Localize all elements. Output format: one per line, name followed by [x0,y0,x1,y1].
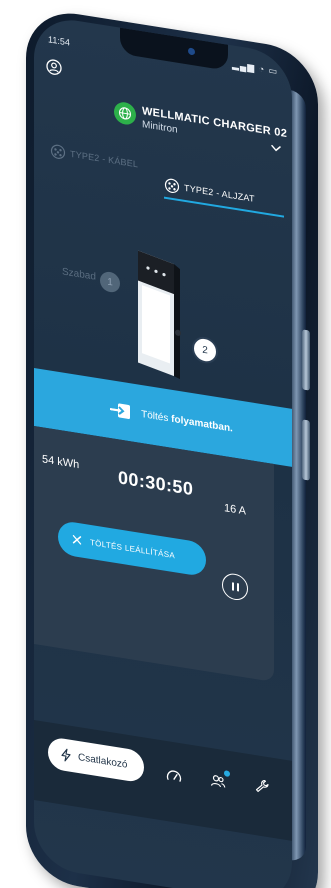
gauge-icon[interactable] [166,767,182,786]
chevron-down-icon[interactable] [270,141,282,155]
volume-button [302,329,310,391]
volume-button [302,419,310,481]
notification-badge [224,770,230,778]
charging-current: 16 A [224,502,247,518]
lightning-icon [61,748,71,762]
tab-label: TYPE2 - KÁBEL [70,148,139,170]
charging-duration: 00:30:50 [118,467,194,500]
status-icons: ▂▄▆ ◔ ▭ [232,59,279,77]
phone-mockup: 11:54 ▂▄▆ ◔ ▭ WELLMATIC CHARGER 02 Minit… [0,0,331,888]
pause-button[interactable] [222,571,248,602]
charging-status-text: Töltés folyamatban. [141,408,233,434]
status-time: 11:54 [48,34,70,48]
charger-device-image [138,250,181,380]
type2-connector-icon [50,144,66,159]
stop-charging-label: TÖLTÉS LEÁLLÍTÁSA [90,537,175,560]
tab-type2-aljzat[interactable]: TYPE2 - ALJZAT [164,177,255,207]
socket-1-badge[interactable]: 1 [100,270,120,294]
profile-icon[interactable] [46,58,62,77]
nav-item-label: Csatlakozó [78,751,128,771]
plug-in-icon [110,403,131,420]
type2-connector-icon [164,178,180,194]
energy-value: 54 kWh [42,453,80,472]
nav-item-connector[interactable]: Csatlakozó [48,736,144,784]
close-icon [72,535,82,545]
charger-globe-icon [114,100,136,127]
tab-type2-kabel[interactable]: TYPE2 - KÁBEL [50,143,138,173]
bottom-navigation: Csatlakozó [34,720,292,841]
charging-panel: 54 kWh 00:30:50 16 A TÖLTÉS LEÁLLÍTÁSA [34,426,274,683]
socket-1-status: Szabad [62,266,96,283]
socket-2-badge[interactable]: 2 [192,335,218,366]
app-screen: 11:54 ▂▄▆ ◔ ▭ WELLMATIC CHARGER 02 Minit… [34,14,292,888]
stop-charging-button[interactable]: TÖLTÉS LEÁLLÍTÁSA [58,519,206,578]
wrench-icon[interactable] [254,777,270,796]
